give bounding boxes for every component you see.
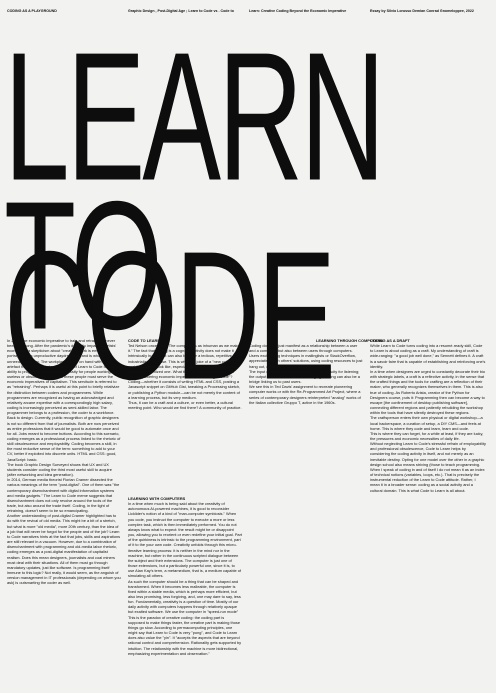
header-series-label: CODING AS A PLAYGROUND [7, 9, 57, 13]
body-column-2: CODE TO LEARN Ted Nelson once said: "The… [128, 338, 242, 410]
col2b-paragraph: As such the computer should be a thing t… [128, 578, 242, 656]
col1-paragraph: In 2021, the economic imperative to trai… [7, 338, 121, 416]
header-subtitle-label: Learn: Creative Coding Beyond the Econom… [249, 9, 347, 13]
poster-page: CODING AS A PLAYGROUND Graphic Design , … [0, 0, 496, 693]
col3-paragraph: Coding does not just manifest as a relat… [249, 343, 363, 369]
body-column-2-lower: LEARNING WITH COMPUTERS In a time when m… [128, 496, 242, 656]
col1-paragraph: In 2014, German media theorist Florian C… [7, 477, 120, 514]
col1-paragraph: Another understanding of post-digital Cr… [7, 513, 121, 586]
col4-paragraph: While Learn to Code turns coding into a … [370, 343, 486, 369]
body-column-3: Coding does not just manifest as a relat… [249, 343, 363, 405]
body-column-4: CODING AS A DRAFT While Learn to Code tu… [370, 338, 486, 493]
col1-paragraph: Back to design. Currently, public recogn… [7, 415, 121, 462]
col2b-paragraph: In a time when much is being said about … [128, 501, 242, 579]
col4-paragraph: In a time when designers are urged to co… [370, 368, 486, 416]
col4-paragraph: This is where they can forget, for a whi… [370, 430, 484, 441]
body-column-1: In 2021, the economic imperative to trai… [7, 338, 121, 586]
col4-paragraph: The craftsperson enters their own physic… [370, 415, 483, 431]
col3-paragraph: The input of this process is patience an… [249, 368, 360, 385]
header-topic-label: Graphic Design , Post-Digital Age ; Lear… [128, 9, 234, 13]
col1-paragraph: The book Graphic Design Surveyed shows t… [7, 461, 112, 478]
col2-paragraph: Thus, it can be a craft and a culture, o… [128, 399, 242, 411]
col3-paragraph: We see this in Ted Davis' assignment to … [249, 384, 361, 405]
col2-paragraph: Ted Nelson once said: "The computer is a… [128, 343, 241, 400]
header-author-label: Essay by Silvio Lorusso Demian Conrad Gn… [370, 9, 474, 13]
col4-paragraph: Without neglecting Learn to Code's stres… [370, 441, 487, 493]
